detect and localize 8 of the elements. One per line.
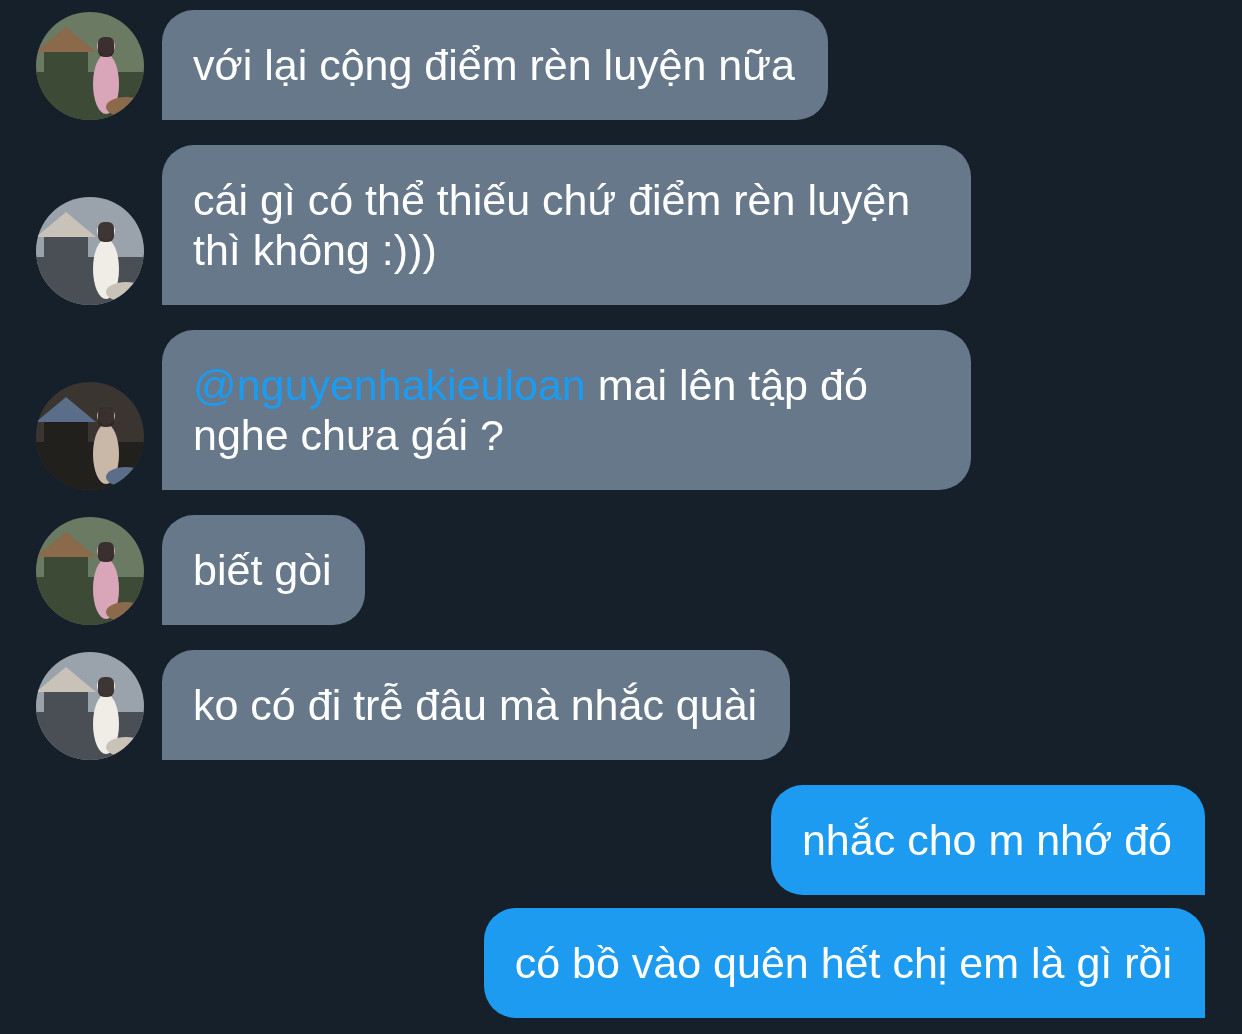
message-bubble: có bồ vào quên hết chị em là gì rồi <box>483 908 1205 1018</box>
message-bubble: với lại cộng điểm rèn luyện nữa <box>162 10 828 120</box>
message-bubble: ko có đi trễ đâu mà nhắc quài <box>162 650 791 760</box>
message-bubble: biết gòi <box>162 515 365 625</box>
message-bubble: nhắc cho m nhớ đó <box>770 785 1205 895</box>
mention-link[interactable]: @nguyenhakieuloan <box>193 361 586 409</box>
message-bubble: @nguyenhakieuloan mai lên tập đó nghe chưa gái ? <box>162 330 971 490</box>
message-bubble: cái gì có thể thiếu chứ điểm rèn luyện thì không :))) <box>162 145 971 305</box>
